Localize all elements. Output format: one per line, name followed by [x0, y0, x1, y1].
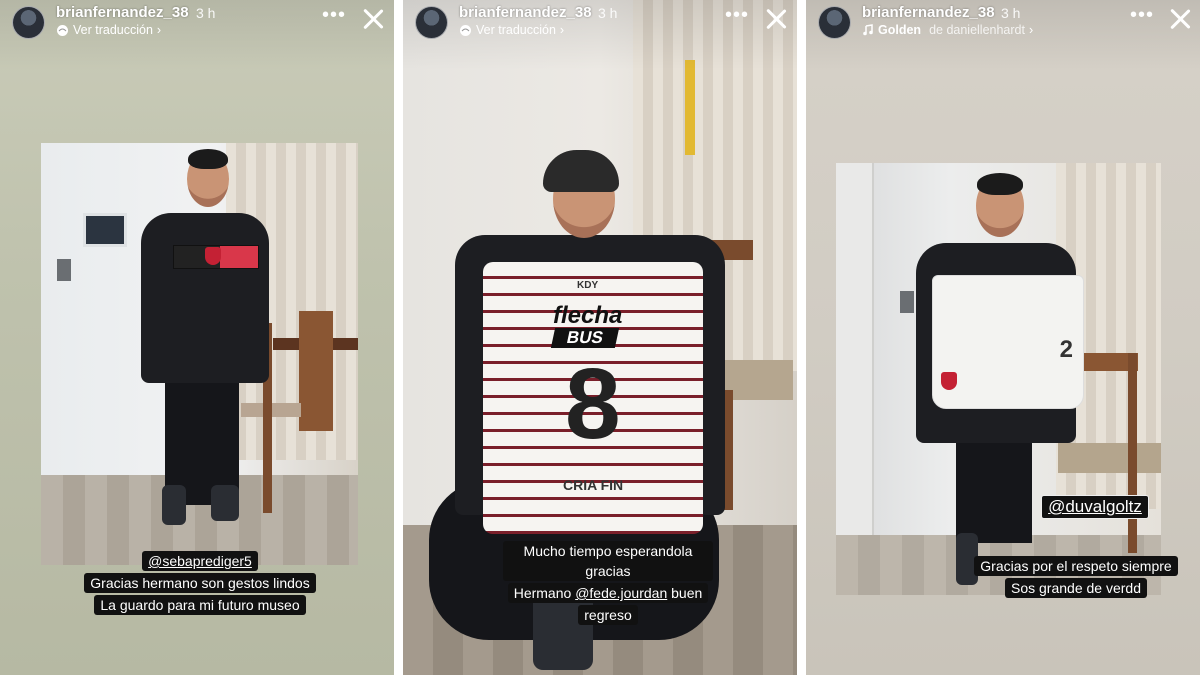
- username[interactable]: brianfernandez_38: [862, 4, 995, 21]
- jersey-number: 8: [565, 348, 621, 460]
- club-crest: [941, 372, 957, 390]
- shoe-right: [211, 485, 239, 521]
- chevron-right-icon: ›: [559, 23, 565, 37]
- caption-sticker: Gracias por el respeto siempre Sos grand…: [966, 555, 1186, 599]
- light-switch: [57, 259, 71, 281]
- intercom: [83, 213, 127, 247]
- caption-line: Mucho tiempo esperandola gracias: [503, 541, 713, 581]
- username[interactable]: brianfernandez_38: [56, 4, 189, 21]
- story-panel-1[interactable]: brianfernandez_38 3 h Ver traducción › •…: [0, 0, 394, 675]
- mention-sticker[interactable]: @duvalgoltz: [1038, 494, 1152, 520]
- translation-label: Ver traducción: [73, 23, 153, 37]
- music-artist: de daniellenhardt: [929, 23, 1025, 37]
- caption-sticker: Mucho tiempo esperandola gracias Hermano…: [503, 540, 713, 626]
- username[interactable]: brianfernandez_38: [459, 4, 592, 21]
- caption-line: La guardo para mi futuro museo: [94, 595, 306, 615]
- tassel: [685, 60, 695, 155]
- avatar[interactable]: [415, 6, 448, 39]
- shorts: 2: [932, 275, 1084, 409]
- music-icon: [863, 24, 873, 36]
- caption-line: Gracias hermano son gestos lindos: [84, 573, 316, 593]
- post-time: 3 h: [196, 5, 216, 21]
- caption-line: Hermano @fede.jourdan buen: [507, 583, 709, 603]
- translate-icon: [460, 24, 471, 36]
- music-title: Golden: [878, 23, 922, 37]
- lower-sponsor: CRIA FIN: [563, 477, 624, 493]
- jersey-brand: KDY: [577, 280, 599, 291]
- plug: [900, 291, 914, 313]
- caption-sticker: @sebaprediger5 Gracias hermano son gesto…: [70, 550, 330, 616]
- close-icon[interactable]: [765, 8, 787, 30]
- mention-tag[interactable]: @duvalgoltz: [1041, 495, 1149, 519]
- more-icon[interactable]: •••: [322, 4, 346, 27]
- close-icon[interactable]: [362, 8, 384, 30]
- club-crest: [205, 247, 221, 265]
- chevron-right-icon: ›: [156, 23, 162, 37]
- caption-line: Sos grande de verdd: [1005, 578, 1147, 598]
- story-panel-3[interactable]: 2 brianfernandez_38 3 h Golden de daniel…: [806, 0, 1200, 675]
- door-frame: [836, 163, 874, 563]
- avatar[interactable]: [12, 6, 45, 39]
- music-link[interactable]: Golden de daniellenhardt ›: [862, 23, 1033, 37]
- post-time: 3 h: [1001, 5, 1021, 21]
- avatar[interactable]: [818, 6, 851, 39]
- shoe-left: [162, 485, 186, 525]
- caption-line: regreso: [578, 605, 638, 625]
- translation-link[interactable]: Ver traducción ›: [459, 23, 564, 37]
- jersey: KDY flecha BUS 8 CRIA FIN: [483, 262, 703, 534]
- sponsor-bottom: BUS: [550, 328, 620, 348]
- mention-tag[interactable]: @sebaprediger5: [142, 551, 258, 571]
- post-time: 3 h: [598, 5, 618, 21]
- story-photo: [41, 143, 358, 565]
- translate-icon: [57, 24, 68, 36]
- caption-line: Gracias por el respeto siempre: [974, 556, 1178, 576]
- mention-tag[interactable]: @fede.jourdan: [575, 585, 667, 601]
- story-panel-2[interactable]: KDY flecha BUS 8 CRIA FIN brianfernandez…: [403, 0, 797, 675]
- sponsor-top: flecha: [553, 302, 623, 329]
- more-icon[interactable]: •••: [1130, 4, 1154, 27]
- chevron-right-icon: ›: [1028, 23, 1034, 37]
- translation-link[interactable]: Ver traducción ›: [56, 23, 161, 37]
- story-photo: 2: [836, 163, 1161, 595]
- more-icon[interactable]: •••: [725, 4, 749, 27]
- translation-label: Ver traducción: [476, 23, 556, 37]
- shorts-number: 2: [1059, 336, 1073, 363]
- close-icon[interactable]: [1169, 8, 1191, 30]
